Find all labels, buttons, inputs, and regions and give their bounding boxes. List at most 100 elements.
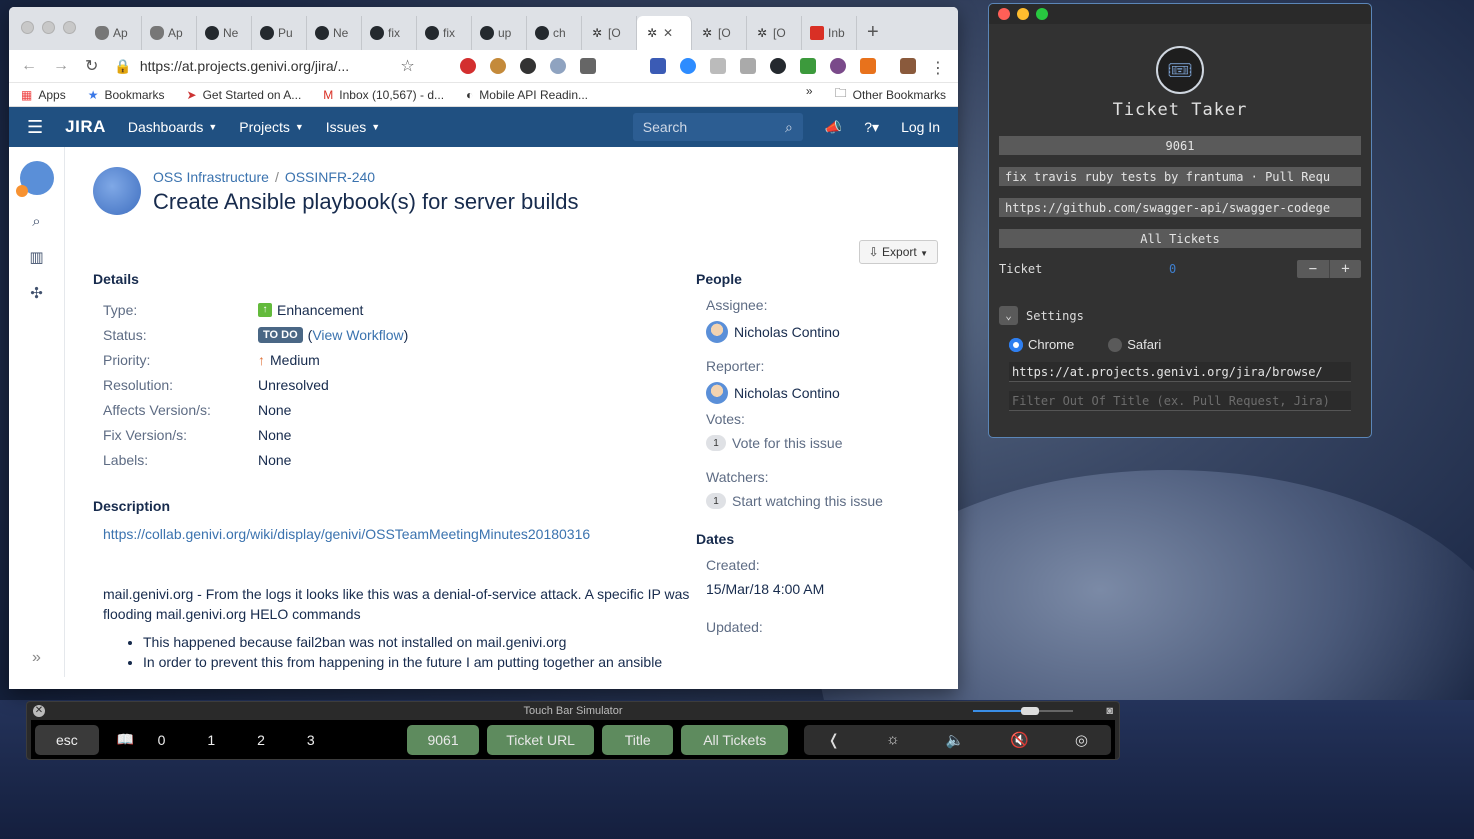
more-bookmarks-chevron[interactable]: » <box>806 84 813 105</box>
vote-link[interactable]: Vote for this issue <box>732 435 843 451</box>
bookmark-apps[interactable]: ▦ Apps <box>21 88 66 102</box>
browser-tab[interactable]: Ap <box>87 16 142 50</box>
collapse-chevron-icon[interactable]: ❬ <box>827 731 840 749</box>
all-tickets-button[interactable]: All Tickets <box>999 229 1361 248</box>
page-title-field[interactable]: fix travis ruby tests by frantuma · Pull… <box>999 167 1361 186</box>
view-workflow-link[interactable]: View Workflow <box>312 327 403 343</box>
forward-icon[interactable]: → <box>53 57 69 75</box>
extension-icon[interactable] <box>710 58 726 74</box>
close-icon[interactable]: ✕ <box>33 705 45 717</box>
extension-icon[interactable] <box>550 58 566 74</box>
reporter-name[interactable]: Nicholas Contino <box>734 385 840 401</box>
github-icon[interactable] <box>770 58 786 74</box>
breadcrumb-issue-key[interactable]: OSSINFR-240 <box>285 169 375 185</box>
close-window-button[interactable] <box>998 8 1010 20</box>
new-tab-button[interactable]: + <box>857 21 889 50</box>
browser-tab[interactable]: ✲ [O <box>747 16 802 50</box>
touchbar-ticket-number-button[interactable]: 9061 <box>407 724 479 755</box>
bookmark-mobile-api[interactable]: ◐ Mobile API Readin... <box>466 88 588 102</box>
touchbar-number[interactable]: 1 <box>186 732 236 748</box>
browser-tab[interactable]: ✲ [O <box>582 16 637 50</box>
watch-link[interactable]: Start watching this issue <box>732 493 883 509</box>
help-icon[interactable]: ?▾ <box>864 119 879 136</box>
browser-tab[interactable]: Ne <box>307 16 362 50</box>
extension-icon[interactable] <box>490 58 506 74</box>
extension-icon[interactable] <box>650 58 666 74</box>
ticket-number-field[interactable]: 9061 <box>999 136 1361 155</box>
close-window-button[interactable] <box>21 21 34 34</box>
back-icon[interactable]: ← <box>21 57 37 75</box>
touchbar-number[interactable]: 2 <box>236 732 286 748</box>
export-button[interactable]: ⇩ Export ▼ <box>858 240 938 264</box>
project-avatar[interactable] <box>15 161 54 197</box>
profile-avatar[interactable] <box>900 58 916 74</box>
nav-issues[interactable]: Issues ▼ <box>326 119 380 135</box>
base-url-input[interactable]: https://at.projects.genivi.org/jira/brow… <box>1009 362 1351 382</box>
extension-icon[interactable] <box>860 58 876 74</box>
touchbar-title-button[interactable]: Title <box>602 724 673 755</box>
siri-icon[interactable]: ◎ <box>1075 731 1088 749</box>
browser-tab[interactable]: Inb <box>802 16 857 50</box>
page-url-field[interactable]: https://github.com/swagger-api/swagger-c… <box>999 198 1361 217</box>
radio-chrome[interactable]: Chrome <box>1009 337 1074 352</box>
login-link[interactable]: Log In <box>901 119 940 135</box>
bookmark-get-started[interactable]: ➤ Get Started on A... <box>187 88 302 102</box>
nav-projects[interactable]: Projects ▼ <box>239 119 304 135</box>
breadcrumb-project[interactable]: OSS Infrastructure <box>153 169 269 185</box>
reload-icon[interactable]: ↻ <box>85 56 98 76</box>
filter-title-input[interactable]: Filter Out Of Title (ex. Pull Request, J… <box>1009 391 1351 411</box>
browser-tab[interactable]: up <box>472 16 527 50</box>
extension-icon[interactable] <box>800 58 816 74</box>
zoom-window-button[interactable] <box>1036 8 1048 20</box>
star-icon[interactable]: ☆ <box>400 56 414 76</box>
reports-icon[interactable]: ▥ <box>29 248 43 266</box>
search-input[interactable]: Search ⌕ <box>632 113 803 141</box>
zoom-icon[interactable] <box>680 58 696 74</box>
ticket-stepper[interactable]: − + <box>1297 260 1361 278</box>
decrement-button[interactable]: − <box>1297 260 1329 278</box>
bookmark-inbox[interactable]: M Inbox (10,567) - d... <box>323 88 444 102</box>
jira-logo[interactable]: JIRA <box>65 117 106 137</box>
browser-tab[interactable]: fix <box>362 16 417 50</box>
browser-tab[interactable]: ch <box>527 16 582 50</box>
bookmark-bookmarks[interactable]: ★ Bookmarks <box>88 88 165 102</box>
bookmark-other[interactable]: 🗀 Other Bookmarks <box>835 84 946 105</box>
browser-tab[interactable]: Ne <box>197 16 252 50</box>
chevron-down-icon[interactable]: ⌄ <box>999 306 1018 325</box>
touchbar-number[interactable]: 0 <box>137 732 187 748</box>
camera-icon[interactable]: ◙ <box>1106 705 1113 717</box>
browser-tab[interactable]: ✲ [O <box>692 16 747 50</box>
mute-icon[interactable]: 🔇 <box>1010 731 1029 749</box>
opacity-slider[interactable] <box>973 707 1073 715</box>
touchbar-number[interactable]: 3 <box>286 732 336 748</box>
browser-tab[interactable]: ✲ ✕ <box>637 16 692 50</box>
browser-tab[interactable]: fix <box>417 16 472 50</box>
book-icon[interactable]: 📖 <box>117 731 137 748</box>
address-bar[interactable]: 🔒 https://at.projects.genivi.org/jira/..… <box>114 58 384 75</box>
announcement-icon[interactable]: 📣 <box>825 119 842 136</box>
radio-safari[interactable]: Safari <box>1108 337 1161 352</box>
extension-icon[interactable] <box>740 58 756 74</box>
minimize-window-button[interactable] <box>42 21 55 34</box>
brightness-icon[interactable]: ☼ <box>886 731 900 748</box>
esc-key[interactable]: esc <box>35 724 99 755</box>
zoom-window-button[interactable] <box>63 21 76 34</box>
minimize-window-button[interactable] <box>1017 8 1029 20</box>
volume-icon[interactable]: 🔈 <box>946 731 965 749</box>
browser-tab[interactable]: Ap <box>142 16 197 50</box>
touchbar-ticket-url-button[interactable]: Ticket URL <box>486 724 595 755</box>
nav-dashboards[interactable]: Dashboards ▼ <box>128 119 217 135</box>
description-link[interactable]: https://collab.genivi.org/wiki/display/g… <box>103 526 590 542</box>
addons-icon[interactable]: ✣ <box>30 284 43 302</box>
increment-button[interactable]: + <box>1329 260 1361 278</box>
gear-icon[interactable] <box>580 58 596 74</box>
browser-tab[interactable]: Pu <box>252 16 307 50</box>
expand-sidebar-icon[interactable]: » <box>32 649 41 667</box>
issues-search-icon[interactable]: ⌕ <box>32 213 40 230</box>
more-menu-icon[interactable]: ⋮ <box>930 58 946 77</box>
assignee-name[interactable]: Nicholas Contino <box>734 324 840 340</box>
app-switcher-icon[interactable]: ☰ <box>27 117 43 138</box>
extension-icon[interactable] <box>460 58 476 74</box>
extension-icon[interactable] <box>830 58 846 74</box>
touchbar-all-tickets-button[interactable]: All Tickets <box>681 724 789 755</box>
